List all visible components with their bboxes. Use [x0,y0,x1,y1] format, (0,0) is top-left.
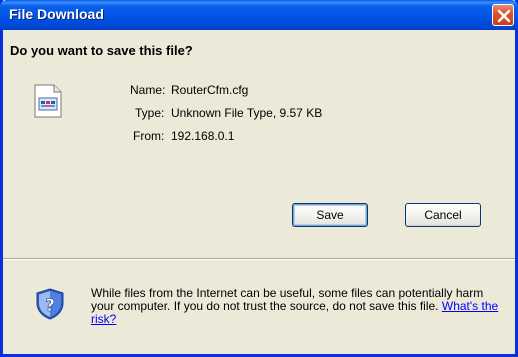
file-name-value: RouterCfm.cfg [171,83,249,97]
name-label: Name: [130,83,166,97]
file-type-value: Unknown File Type, 9.57 KB [171,106,323,120]
close-icon [497,9,511,23]
cancel-button[interactable]: Cancel [405,203,481,227]
warning-message: While files from the Internet can be use… [91,287,503,326]
type-label: Type: [135,106,165,120]
file-name-row: Name: RouterCfm.cfg [3,83,515,99]
save-question: Do you want to save this file? [10,43,193,58]
svg-text:?: ? [45,296,55,316]
save-button[interactable]: Save [292,203,368,227]
dialog-content: Do you want to save this file? Name: Rou… [3,30,515,260]
window-title: File Download [9,6,104,22]
close-button[interactable] [492,4,514,26]
warning-text: While files from the Internet can be use… [91,286,484,313]
warning-section: ? While files from the Internet can be u… [3,260,515,354]
file-download-dialog: File Download Do you want to save this f… [0,0,518,357]
file-from-value: 192.168.0.1 [171,129,235,143]
shield-question-icon: ? [36,288,64,320]
from-label: From: [133,129,165,143]
file-from-row: From: 192.168.0.1 [3,129,515,145]
file-type-row: Type: Unknown File Type, 9.57 KB [3,106,515,122]
title-bar[interactable]: File Download [0,0,518,30]
